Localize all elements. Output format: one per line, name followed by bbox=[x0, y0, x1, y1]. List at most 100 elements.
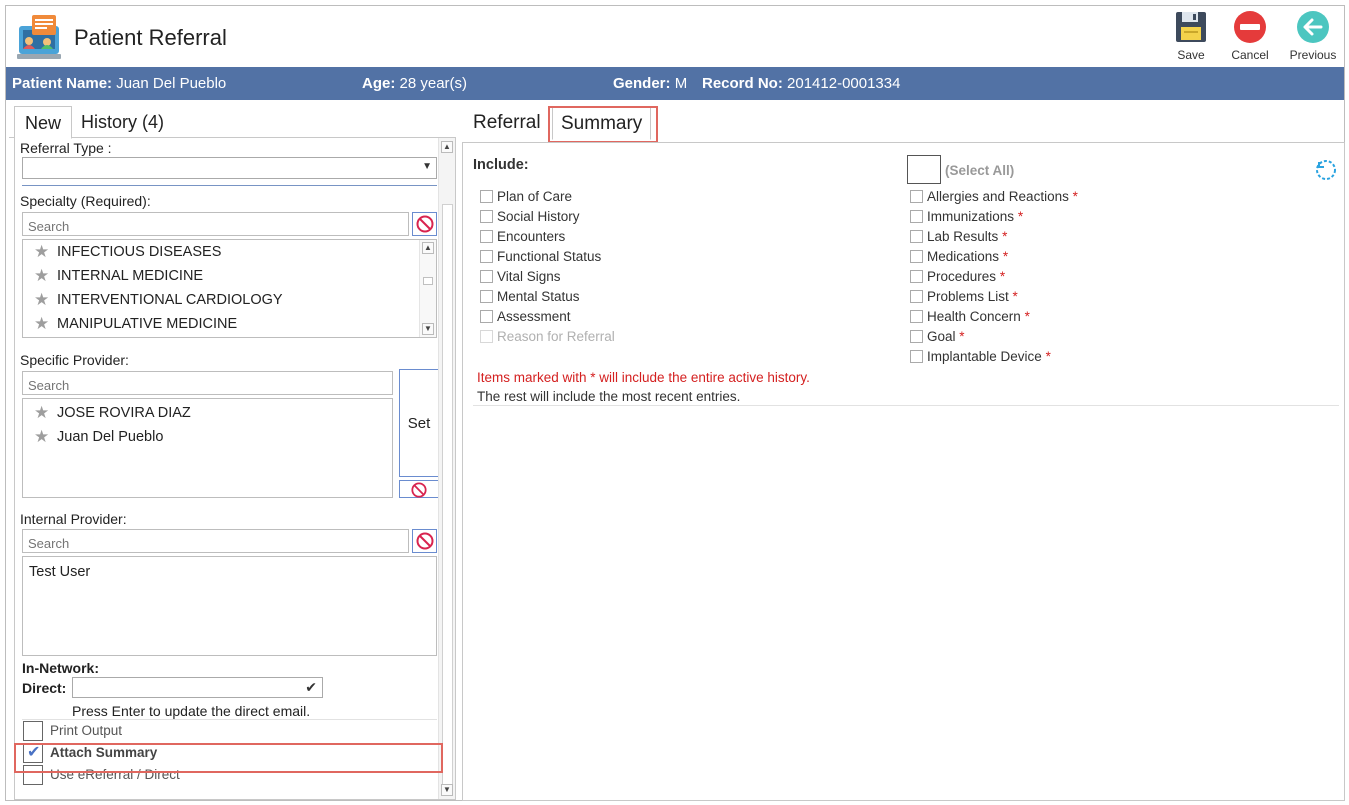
app-header: Patient Referral Save Cancel Previous bbox=[6, 6, 1344, 66]
specialty-list-scrollbar[interactable]: ▲ ▼ bbox=[419, 240, 436, 337]
specialty-search-input[interactable] bbox=[22, 212, 409, 236]
provider-item-label: JOSE ROVIRA DIAZ bbox=[57, 405, 191, 421]
no-entry-icon bbox=[1234, 11, 1266, 43]
summary-option-label: Problems List bbox=[927, 289, 1009, 304]
star-icon[interactable]: ★ bbox=[34, 291, 51, 308]
select-all-label[interactable]: (Select All) bbox=[945, 163, 1014, 178]
scroll-thumb[interactable] bbox=[442, 204, 453, 794]
star-icon[interactable]: ★ bbox=[34, 315, 51, 332]
clear-specialty-button[interactable] bbox=[412, 212, 437, 236]
checkbox-box[interactable] bbox=[480, 210, 493, 223]
specialty-item[interactable]: ★ MANIPULATIVE MEDICINE bbox=[23, 312, 436, 336]
patient-info-bar: Patient Name: Juan Del Pueblo Age: 28 ye… bbox=[6, 67, 1344, 100]
direct-label: Direct: bbox=[22, 680, 67, 696]
scroll-down-icon[interactable]: ▼ bbox=[441, 784, 453, 796]
referral-app-icon bbox=[17, 15, 61, 59]
summary-option-label: Mental Status bbox=[497, 289, 580, 304]
specialty-item[interactable]: ★ INTERNAL MEDICINE bbox=[23, 264, 436, 288]
checkbox-box[interactable] bbox=[480, 310, 493, 323]
summary-panel: Include: (Select All) Plan of Care Social… bbox=[462, 142, 1345, 801]
summary-option-label: Vital Signs bbox=[497, 269, 561, 284]
clear-provider-button[interactable] bbox=[399, 480, 439, 498]
required-asterisk: * bbox=[959, 329, 965, 344]
checkbox-box[interactable] bbox=[480, 270, 493, 283]
referral-type-select[interactable]: ▼ bbox=[22, 157, 437, 179]
checkbox-box[interactable] bbox=[910, 270, 923, 283]
checkbox-box[interactable] bbox=[910, 230, 923, 243]
clear-internal-provider-button[interactable] bbox=[412, 529, 437, 553]
star-icon[interactable]: ★ bbox=[34, 243, 51, 260]
checkbox-box[interactable] bbox=[910, 330, 923, 343]
internal-provider-list[interactable]: Test User bbox=[22, 556, 437, 656]
checkbox-box[interactable] bbox=[910, 290, 923, 303]
summary-option-label: Medications bbox=[927, 249, 1000, 264]
direct-hint: Press Enter to update the direct email. bbox=[72, 703, 311, 719]
specialty-label: Specialty (Required): bbox=[20, 193, 151, 209]
floppy-disk-icon bbox=[1176, 12, 1206, 42]
summary-option-label: Encounters bbox=[497, 229, 566, 244]
provider-list[interactable]: ★ JOSE ROVIRA DIAZ ★ Juan Del Pueblo bbox=[22, 398, 393, 498]
specialty-item-label: MANIPULATIVE MEDICINE bbox=[57, 316, 238, 332]
checkbox-box[interactable] bbox=[480, 190, 493, 203]
required-asterisk: * bbox=[1045, 349, 1051, 364]
cancel-button[interactable]: Cancel bbox=[1220, 10, 1280, 64]
previous-button[interactable]: Previous bbox=[1283, 10, 1343, 64]
internal-provider-search-input[interactable] bbox=[22, 529, 409, 553]
provider-item[interactable]: ★ JOSE ROVIRA DIAZ bbox=[23, 401, 392, 425]
summary-option-label: Allergies and Reactions bbox=[927, 189, 1069, 204]
checkbox-box[interactable] bbox=[910, 310, 923, 323]
patient-record-field: Record No: 201412-0001334 bbox=[702, 75, 900, 92]
patient-name-label: Patient Name: bbox=[12, 75, 113, 92]
tab-new[interactable]: New bbox=[14, 106, 73, 139]
scroll-up-icon[interactable]: ▲ bbox=[441, 141, 453, 153]
refresh-icon[interactable] bbox=[1314, 158, 1338, 182]
direct-email-input[interactable]: ✔ bbox=[72, 677, 323, 698]
star-icon[interactable]: ★ bbox=[34, 428, 51, 445]
provider-item[interactable]: ★ Juan Del Pueblo bbox=[23, 425, 392, 449]
referral-form-scroll-area: Referral Type : ▼ Specialty (Required): … bbox=[14, 138, 456, 800]
specialty-item-label: INFECTIOUS DISEASES bbox=[57, 244, 222, 260]
specialty-item-label: INTERVENTIONAL CARDIOLOGY bbox=[57, 292, 283, 308]
specialty-item-label: INTERNAL MEDICINE bbox=[57, 268, 204, 284]
checkbox-box bbox=[480, 330, 493, 343]
set-provider-button[interactable]: Set bbox=[399, 369, 439, 477]
save-button[interactable]: Save bbox=[1161, 10, 1221, 64]
checkbox-box[interactable] bbox=[480, 250, 493, 263]
provider-search-input[interactable] bbox=[22, 371, 393, 395]
scroll-thumb[interactable] bbox=[423, 277, 433, 285]
divider bbox=[473, 405, 1339, 406]
summary-option-label: Health Concern bbox=[927, 309, 1021, 324]
select-all-checkbox[interactable] bbox=[907, 155, 941, 184]
patient-name-value: Juan Del Pueblo bbox=[116, 75, 227, 92]
chevron-down-icon: ▼ bbox=[422, 161, 432, 172]
patient-name-field: Patient Name: Juan Del Pueblo bbox=[12, 75, 226, 92]
referral-type-label: Referral Type : bbox=[20, 140, 112, 156]
checkbox-box[interactable] bbox=[23, 721, 43, 741]
checkbox-box[interactable] bbox=[480, 290, 493, 303]
patient-record-value: 201412-0001334 bbox=[787, 75, 901, 92]
star-icon[interactable]: ★ bbox=[34, 404, 51, 421]
include-label: Include: bbox=[473, 157, 529, 173]
summary-option-label: Implantable Device bbox=[927, 349, 1042, 364]
summary-option-label: Reason for Referral bbox=[497, 329, 615, 344]
checkbox-box[interactable] bbox=[910, 350, 923, 363]
required-asterisk: * bbox=[1002, 249, 1009, 264]
checkbox-box[interactable] bbox=[480, 230, 493, 243]
specialty-list[interactable]: ★ INFECTIOUS DISEASES ★ INTERNAL MEDICINE ★ I… bbox=[22, 239, 437, 338]
checkbox-box[interactable] bbox=[910, 210, 923, 223]
scroll-down-icon[interactable]: ▼ bbox=[422, 323, 434, 335]
specialty-item[interactable]: ★ INTERVENTIONAL CARDIOLOGY bbox=[23, 288, 436, 312]
tab-referral[interactable]: Referral bbox=[465, 106, 549, 140]
checkbox-box[interactable] bbox=[910, 250, 923, 263]
internal-provider-item[interactable]: Test User bbox=[29, 564, 436, 580]
tab-referral-label: Referral bbox=[473, 112, 541, 133]
form-scrollbar[interactable]: ▲ ▼ bbox=[438, 138, 455, 799]
internal-provider-label: Internal Provider: bbox=[20, 511, 127, 527]
specialty-item[interactable]: ★ INFECTIOUS DISEASES bbox=[23, 240, 436, 264]
check-icon[interactable]: ✔ bbox=[305, 679, 317, 696]
checkbox-box[interactable] bbox=[910, 190, 923, 203]
block-icon bbox=[411, 482, 427, 498]
star-icon[interactable]: ★ bbox=[34, 267, 51, 284]
scroll-up-icon[interactable]: ▲ bbox=[422, 242, 434, 254]
tab-history[interactable]: History (4) bbox=[71, 106, 174, 139]
